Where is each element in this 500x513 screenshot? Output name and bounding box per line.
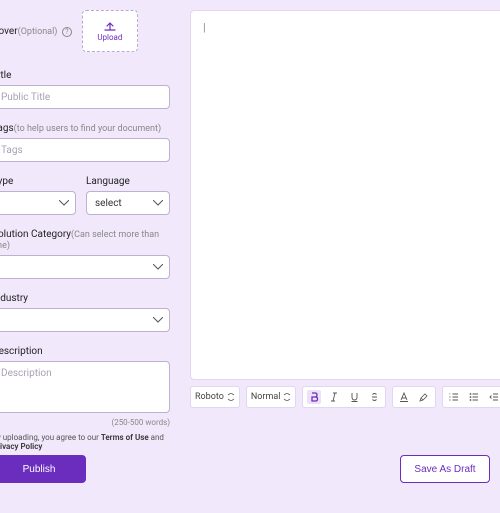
color-group <box>392 386 436 408</box>
save-draft-button[interactable]: Save As Draft <box>400 455 490 483</box>
text-style-group <box>302 386 386 408</box>
type-select[interactable] <box>0 191 76 215</box>
language-select[interactable]: select <box>86 191 170 215</box>
tags-hint: (to help users to find your document) <box>14 124 161 134</box>
description-label: Description <box>0 346 170 357</box>
description-word-count: (250-500 words) <box>0 418 170 427</box>
strike-button[interactable] <box>367 390 381 404</box>
cover-label: Cover <box>0 26 18 37</box>
publish-button[interactable]: Publish <box>0 455 86 483</box>
industry-label: Industry <box>0 293 170 304</box>
ordered-list-button[interactable]: 123 <box>447 390 461 404</box>
title-label: Title <box>0 70 170 81</box>
privacy-link[interactable]: Privacy Policy <box>0 442 42 451</box>
upload-cover-button[interactable]: Upload <box>82 10 138 52</box>
upload-label: Upload <box>97 33 122 42</box>
solution-label: Solution Category <box>0 229 71 240</box>
italic-button[interactable] <box>327 390 341 404</box>
industry-select[interactable] <box>0 308 170 332</box>
agreement-text: By uploading, you agree to our Terms of … <box>0 433 170 451</box>
font-family-select[interactable]: Roboto <box>190 386 240 408</box>
editor-caret: | <box>203 21 206 34</box>
editor-area[interactable]: | <box>190 10 500 380</box>
help-icon[interactable]: ? <box>62 27 72 37</box>
bullet-list-button[interactable] <box>467 390 481 404</box>
font-size-select[interactable]: Normal <box>246 386 297 408</box>
type-label: Type <box>0 176 76 187</box>
editor-toolbar: Roboto Normal <box>190 386 500 408</box>
svg-text:3: 3 <box>449 398 451 402</box>
underline-button[interactable] <box>347 390 361 404</box>
list-group: 123 <box>442 386 500 408</box>
highlight-button[interactable] <box>417 390 431 404</box>
title-input[interactable] <box>0 85 170 109</box>
tags-input[interactable] <box>0 138 170 162</box>
bold-button[interactable] <box>307 390 321 404</box>
cover-optional: (Optional) <box>18 27 58 37</box>
terms-link[interactable]: Terms of Use <box>101 433 149 442</box>
language-label: Language <box>86 176 170 187</box>
outdent-button[interactable] <box>487 390 500 404</box>
text-color-button[interactable] <box>397 390 411 404</box>
tags-label: Tags <box>0 123 14 134</box>
upload-icon <box>104 21 116 31</box>
description-textarea[interactable] <box>0 361 170 413</box>
solution-select[interactable] <box>0 255 170 279</box>
